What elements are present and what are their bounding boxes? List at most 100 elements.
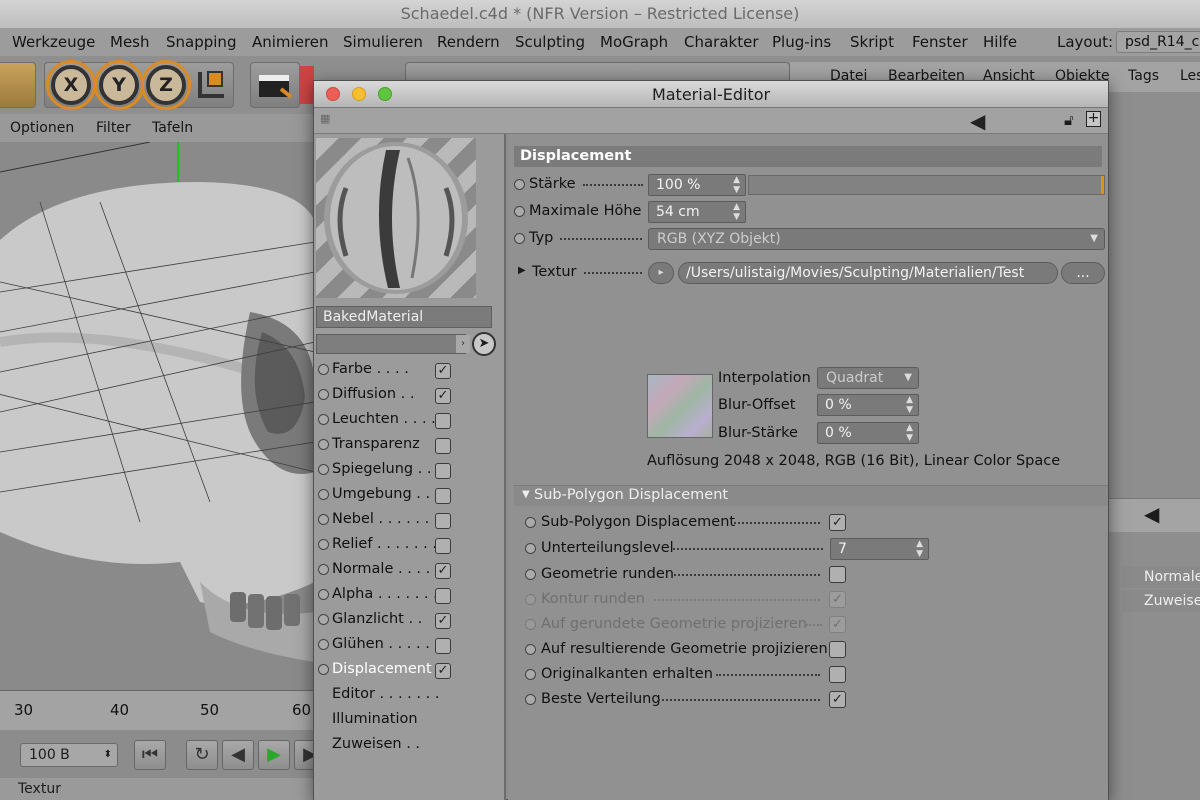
keyframe-radio-icon[interactable] <box>525 644 536 655</box>
blur-staerke-input[interactable]: 0 % ▲ ▼ <box>817 422 919 444</box>
subpoly-section-header[interactable]: ▼ Sub-Polygon Displacement <box>514 485 1108 506</box>
channel-zuweisen[interactable]: Zuweisen . . <box>314 733 504 758</box>
beste-verteilung-checkbox[interactable]: ✓ <box>829 691 846 708</box>
channel-farbe[interactable]: Farbe . . . . ✓ <box>314 358 504 383</box>
channel-diffusion[interactable]: Diffusion . . ✓ <box>314 383 504 408</box>
geometrie-runden-checkbox[interactable] <box>829 566 846 583</box>
tab-textur[interactable]: Textur <box>18 781 61 797</box>
timeline-ruler[interactable]: 30 40 50 60 <box>0 690 315 730</box>
y-axis-lock-button[interactable]: Y <box>99 65 139 105</box>
channel-alpha[interactable]: Alpha . . . . . . . <box>314 583 504 608</box>
material-preview[interactable] <box>316 138 476 298</box>
lock-icon[interactable]: 🔓︎ <box>1064 111 1074 129</box>
max-hoehe-input[interactable]: 54 cm ▲ ▼ <box>648 201 746 223</box>
channel-illumination[interactable]: Illumination <box>314 708 504 733</box>
keyframe-radio-icon[interactable] <box>525 543 536 554</box>
channel-checkbox[interactable] <box>435 463 451 479</box>
view-menu-tafeln[interactable]: Tafeln <box>152 120 193 136</box>
channel-displacement[interactable]: Displacement ✓ <box>314 658 504 683</box>
channel-relief[interactable]: Relief . . . . . . . <box>314 533 504 558</box>
chevron-right-icon[interactable]: › <box>456 335 470 353</box>
grip-icon[interactable]: ▦ <box>320 112 330 125</box>
menu-mograph[interactable]: MoGraph <box>600 33 668 51</box>
keyframe-radio-icon[interactable] <box>525 694 536 705</box>
channel-checkbox[interactable]: ✓ <box>435 563 451 579</box>
x-axis-lock-button[interactable]: X <box>51 65 91 105</box>
channel-transparenz[interactable]: Transparenz <box>314 433 504 458</box>
z-axis-lock-button[interactable]: Z <box>146 65 186 105</box>
end-frame-field[interactable]: 100 B ⬍ <box>20 743 118 767</box>
interpolation-dropdown[interactable]: Quadrat ▼ <box>817 367 919 389</box>
om-menu-les[interactable]: Les <box>1180 68 1200 84</box>
keyframe-radio-icon[interactable] <box>514 179 525 190</box>
view-menu-filter[interactable]: Filter <box>96 120 131 136</box>
channel-gluehen[interactable]: Glühen . . . . . . <box>314 633 504 658</box>
texture-thumbnail[interactable] <box>647 374 713 438</box>
channel-checkbox[interactable] <box>435 438 451 454</box>
channel-glanzlicht[interactable]: Glanzlicht . . ✓ <box>314 608 504 633</box>
subpoly-enable-checkbox[interactable]: ✓ <box>829 514 846 531</box>
stepper-icon[interactable]: ▲ ▼ <box>916 539 923 559</box>
channel-checkbox[interactable] <box>435 488 451 504</box>
typ-dropdown[interactable]: RGB (XYZ Objekt) ▼ <box>648 228 1105 250</box>
blur-offset-input[interactable]: 0 % ▲ ▼ <box>817 394 919 416</box>
menu-snapping[interactable]: Snapping <box>166 33 236 51</box>
pick-cursor-icon[interactable]: ➤ <box>472 332 496 356</box>
render-view-button[interactable] <box>250 62 300 108</box>
channel-checkbox[interactable] <box>435 538 451 554</box>
channel-checkbox[interactable] <box>435 513 451 529</box>
back-arrow-icon[interactable]: ◀ <box>1144 502 1159 526</box>
back-arrow-icon[interactable]: ◀ <box>970 109 985 133</box>
channel-checkbox[interactable]: ✓ <box>435 388 451 404</box>
channel-checkbox[interactable] <box>435 413 451 429</box>
loop-icon[interactable]: ↻ <box>186 740 218 770</box>
layout-select[interactable]: psd_R14_c <box>1116 31 1200 53</box>
step-back-icon[interactable]: ◀ <box>222 740 254 770</box>
channel-normale[interactable]: Normale . . . . ✓ <box>314 558 504 583</box>
channel-spiegelung[interactable]: Spiegelung . . <box>314 458 504 483</box>
unterteilungslevel-input[interactable]: 7 ▲ ▼ <box>830 538 929 560</box>
menu-skript[interactable]: Skript <box>850 33 894 51</box>
channel-checkbox[interactable]: ✓ <box>435 363 451 379</box>
menu-simulieren[interactable]: Simulieren <box>343 33 423 51</box>
stepper-icon[interactable]: ▲ ▼ <box>733 202 740 222</box>
keyframe-radio-icon[interactable] <box>525 569 536 580</box>
texture-menu-arrow-icon[interactable]: ▸ <box>648 262 674 284</box>
new-panel-icon[interactable]: + <box>1086 111 1101 127</box>
menu-sculpting[interactable]: Sculpting <box>515 33 585 51</box>
menu-animieren[interactable]: Animieren <box>252 33 329 51</box>
play-icon[interactable]: ▶ <box>258 740 290 770</box>
stepper-icon[interactable]: ▲ ▼ <box>733 175 740 195</box>
keyframe-radio-icon[interactable] <box>514 206 525 217</box>
undo-tool-icon[interactable] <box>0 62 36 108</box>
menu-plugins[interactable]: Plug-ins <box>772 33 831 51</box>
editor-title-bar[interactable]: Material-Editor <box>314 81 1108 108</box>
menu-werkzeuge[interactable]: Werkzeuge <box>12 33 95 51</box>
om-menu-tags[interactable]: Tags <box>1128 68 1159 84</box>
channel-umgebung[interactable]: Umgebung . . <box>314 483 504 508</box>
material-name-field[interactable]: BakedMaterial <box>316 306 492 328</box>
menu-fenster[interactable]: Fenster <box>912 33 968 51</box>
coordinate-system-icon[interactable] <box>194 68 228 102</box>
menu-charakter[interactable]: Charakter <box>684 33 759 51</box>
channel-checkbox[interactable] <box>435 638 451 654</box>
menu-mesh[interactable]: Mesh <box>110 33 150 51</box>
staerke-slider[interactable] <box>748 175 1105 195</box>
view-menu-optionen[interactable]: Optionen <box>10 120 74 136</box>
tag-normale[interactable]: Normale <box>1122 566 1200 588</box>
keyframe-radio-icon[interactable] <box>525 517 536 528</box>
channel-editor[interactable]: Editor . . . . . . . <box>314 683 504 708</box>
originalkanten-checkbox[interactable] <box>829 666 846 683</box>
channel-search-field[interactable] <box>316 334 466 354</box>
channel-checkbox[interactable] <box>435 588 451 604</box>
staerke-input[interactable]: 100 % ▲ ▼ <box>648 174 746 196</box>
tag-zuweisen[interactable]: Zuweise <box>1122 590 1200 612</box>
go-to-start-icon[interactable]: ⏮ <box>134 740 166 770</box>
keyframe-radio-icon[interactable] <box>514 233 525 244</box>
keyframe-radio-icon[interactable] <box>525 669 536 680</box>
channel-leuchten[interactable]: Leuchten . . . . <box>314 408 504 433</box>
stepper-icon[interactable]: ▲ ▼ <box>906 423 913 443</box>
menu-hilfe[interactable]: Hilfe <box>983 33 1017 51</box>
resultierende-geometrie-checkbox[interactable] <box>829 641 846 658</box>
channel-nebel[interactable]: Nebel . . . . . . . <box>314 508 504 533</box>
